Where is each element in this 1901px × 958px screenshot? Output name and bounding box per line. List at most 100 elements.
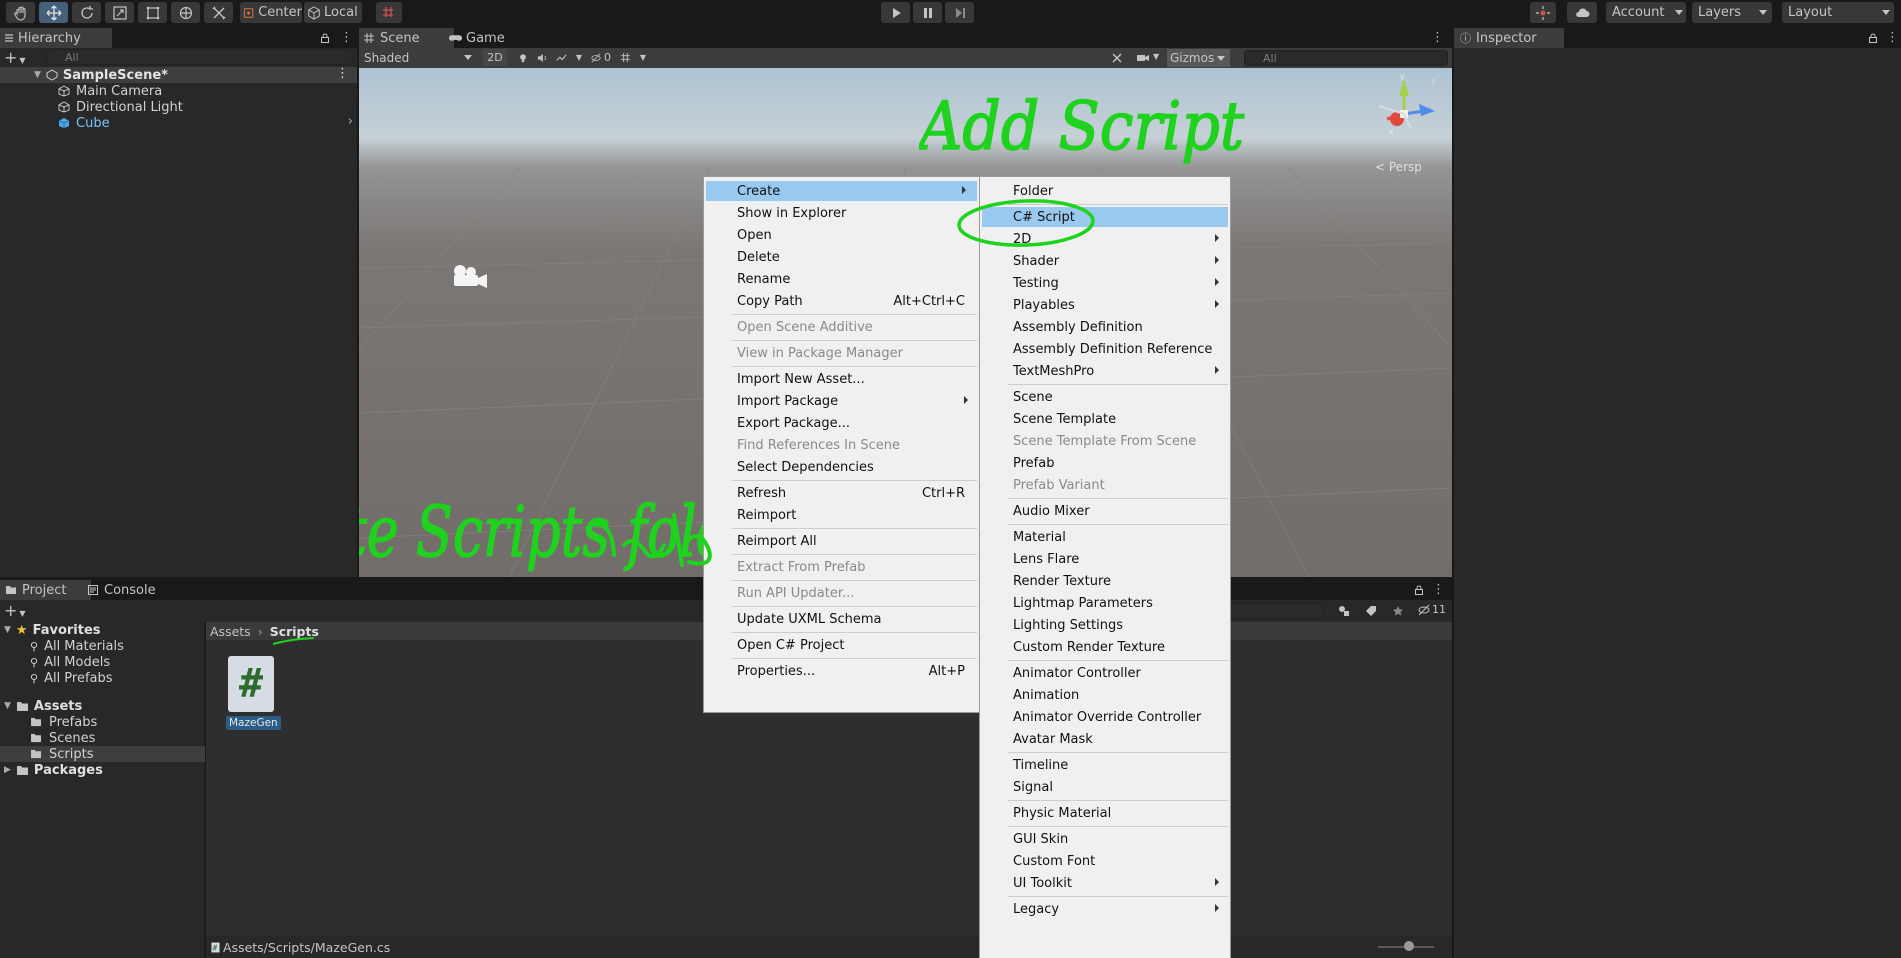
orientation-gizmo-icon[interactable]: y x z bbox=[1369, 74, 1439, 154]
context-menu-item-find-references-in-scene[interactable]: Find References In Scene bbox=[704, 435, 979, 455]
favorites-header[interactable]: ▼ ★ Favorites bbox=[0, 622, 101, 638]
create-menu-item-prefab[interactable]: Prefab bbox=[980, 453, 1230, 473]
create-menu-item-avatar-mask[interactable]: Avatar Mask bbox=[980, 729, 1230, 749]
create-menu-item-render-texture[interactable]: Render Texture bbox=[980, 571, 1230, 591]
create-menu-item-scene-template-from-scene[interactable]: Scene Template From Scene bbox=[980, 431, 1230, 451]
icon-size-slider-thumb[interactable] bbox=[1404, 941, 1414, 951]
create-menu-item-assembly-definition[interactable]: Assembly Definition bbox=[980, 317, 1230, 337]
create-menu-item-gui-skin[interactable]: GUI Skin bbox=[980, 829, 1230, 849]
scene-search-input[interactable]: All bbox=[1244, 50, 1448, 66]
more-options-icon[interactable]: ⋮ bbox=[1432, 582, 1445, 597]
tab-inspector[interactable]: ⓘ Inspector bbox=[1454, 28, 1564, 48]
assets-subfolder[interactable]: Scenes bbox=[30, 730, 95, 746]
label-tag-icon[interactable] bbox=[1365, 605, 1377, 617]
create-menu-item-signal[interactable]: Signal bbox=[980, 777, 1230, 797]
context-menu-item-export-package[interactable]: Export Package... bbox=[704, 413, 979, 433]
create-menu-item-ui-toolkit[interactable]: UI Toolkit bbox=[980, 873, 1230, 893]
chevron-right-icon[interactable]: › bbox=[348, 114, 353, 129]
context-menu-item-refresh[interactable]: Refresh Ctrl+R bbox=[704, 483, 979, 503]
persp-label[interactable]: < Persp bbox=[1375, 160, 1422, 174]
effects-icon[interactable] bbox=[556, 52, 567, 64]
play-button[interactable] bbox=[881, 2, 910, 23]
camera-gizmo-icon[interactable] bbox=[450, 262, 490, 292]
assets-subfolder-selected[interactable]: Scripts bbox=[0, 746, 205, 762]
hidden-objects-icon[interactable] bbox=[591, 52, 601, 64]
create-menu-item-textmeshpro[interactable]: TextMeshPro bbox=[980, 361, 1230, 381]
account-dropdown[interactable]: Account bbox=[1606, 2, 1686, 23]
context-menu-item-open-c-project[interactable]: Open C# Project bbox=[704, 635, 979, 655]
context-menu-item-reimport-all[interactable]: Reimport All bbox=[704, 531, 979, 551]
assets-subfolder[interactable]: Prefabs bbox=[30, 714, 97, 730]
hierarchy-search-input[interactable]: All bbox=[46, 49, 353, 65]
context-menu-item-show-in-explorer[interactable]: Show in Explorer bbox=[704, 203, 979, 223]
move-tool-button[interactable] bbox=[39, 2, 68, 23]
create-menu-item-prefab-variant[interactable]: Prefab Variant bbox=[980, 475, 1230, 495]
star-icon[interactable] bbox=[1392, 605, 1404, 617]
context-menu-item-view-in-package-manager[interactable]: View in Package Manager bbox=[704, 343, 979, 363]
create-menu-item-assembly-definition-reference[interactable]: Assembly Definition Reference bbox=[980, 339, 1230, 359]
more-options-icon[interactable]: ⋮ bbox=[1886, 30, 1899, 45]
lock-icon[interactable] bbox=[1414, 585, 1424, 595]
create-menu-item-animator-override-controller[interactable]: Animator Override Controller bbox=[980, 707, 1230, 727]
lock-icon[interactable] bbox=[1868, 33, 1878, 43]
tab-console[interactable]: Console bbox=[80, 580, 176, 600]
tab-project[interactable]: Project bbox=[0, 580, 91, 600]
hierarchy-item[interactable]: Directional Light bbox=[58, 99, 183, 115]
context-menu-item-copy-path[interactable]: Copy Path Alt+Ctrl+C bbox=[704, 291, 979, 311]
custom-tool-button[interactable] bbox=[204, 2, 233, 23]
tools-icon[interactable] bbox=[1111, 52, 1123, 64]
create-menu-item-shader[interactable]: Shader bbox=[980, 251, 1230, 271]
scene-row[interactable]: ▼ SampleScene* ⋮ bbox=[0, 66, 357, 83]
pause-button[interactable] bbox=[913, 2, 942, 23]
hidden-packages-toggle[interactable]: 11 bbox=[1418, 603, 1446, 616]
grid-toggle-icon[interactable] bbox=[620, 51, 631, 64]
packages-folder[interactable]: ▶ Packages bbox=[0, 762, 103, 778]
chevron-down-icon[interactable]: ▼ bbox=[576, 53, 582, 62]
collab-button[interactable] bbox=[1530, 2, 1556, 23]
context-menu-item-open-scene-additive[interactable]: Open Scene Additive bbox=[704, 317, 979, 337]
hierarchy-item[interactable]: Cube › bbox=[58, 114, 357, 131]
context-menu-item-create[interactable]: Create bbox=[706, 181, 977, 201]
audio-icon[interactable] bbox=[537, 52, 547, 64]
pivot-center-toggle[interactable]: Center bbox=[240, 2, 302, 23]
rotate-tool-button[interactable] bbox=[72, 2, 101, 23]
create-menu-item-scene[interactable]: Scene bbox=[980, 387, 1230, 407]
filter-by-type-icon[interactable] bbox=[1338, 605, 1350, 617]
create-menu-item-legacy[interactable]: Legacy bbox=[980, 899, 1230, 919]
script-file-icon[interactable]: # bbox=[228, 656, 274, 712]
context-menu-item-import-package[interactable]: Import Package bbox=[704, 391, 979, 411]
create-menu-item-lens-flare[interactable]: Lens Flare bbox=[980, 549, 1230, 569]
create-menu-item-custom-font[interactable]: Custom Font bbox=[980, 851, 1230, 871]
create-menu-item-testing[interactable]: Testing bbox=[980, 273, 1230, 293]
camera-icon[interactable] bbox=[1136, 52, 1150, 64]
breadcrumb-assets[interactable]: Assets bbox=[210, 624, 251, 639]
favorites-item[interactable]: ⚲ All Models bbox=[30, 654, 110, 670]
context-menu-item-run-api-updater[interactable]: Run API Updater... bbox=[704, 583, 979, 603]
tab-hierarchy[interactable]: Hierarchy bbox=[0, 28, 112, 48]
create-menu-item-custom-render-texture[interactable]: Custom Render Texture bbox=[980, 637, 1230, 657]
context-menu-item-select-dependencies[interactable]: Select Dependencies bbox=[704, 457, 979, 477]
context-menu-item-import-new-asset[interactable]: Import New Asset... bbox=[704, 369, 979, 389]
hand-tool-button[interactable] bbox=[6, 2, 35, 23]
layers-dropdown[interactable]: Layers bbox=[1692, 2, 1772, 23]
create-menu-item-material[interactable]: Material bbox=[980, 527, 1230, 547]
create-menu-item-audio-mixer[interactable]: Audio Mixer bbox=[980, 501, 1230, 521]
tab-scene[interactable]: Scene bbox=[359, 28, 454, 48]
chevron-down-icon[interactable]: ▼ bbox=[1153, 52, 1159, 61]
favorites-item[interactable]: ⚲ All Prefabs bbox=[30, 670, 113, 686]
scene-more-options-icon[interactable]: ⋮ bbox=[1431, 30, 1444, 45]
context-menu-item-update-uxml-schema[interactable]: Update UXML Schema bbox=[704, 609, 979, 629]
lock-icon[interactable] bbox=[320, 33, 330, 43]
context-menu-item-delete[interactable]: Delete bbox=[704, 247, 979, 267]
add-icon[interactable]: + ▼ bbox=[4, 601, 26, 620]
cloud-button[interactable] bbox=[1567, 2, 1597, 23]
add-icon[interactable]: + ▼ bbox=[4, 48, 26, 67]
2d-toggle[interactable]: 2D bbox=[483, 49, 507, 66]
context-menu-item-rename[interactable]: Rename bbox=[704, 269, 979, 289]
grid-snap-button[interactable] bbox=[376, 2, 402, 23]
create-menu-item-physic-material[interactable]: Physic Material bbox=[980, 803, 1230, 823]
script-file-label[interactable]: MazeGen bbox=[226, 716, 281, 730]
create-menu-item-scene-template[interactable]: Scene Template bbox=[980, 409, 1230, 429]
project-search-input[interactable] bbox=[1224, 603, 1324, 619]
create-menu-item-playables[interactable]: Playables bbox=[980, 295, 1230, 315]
